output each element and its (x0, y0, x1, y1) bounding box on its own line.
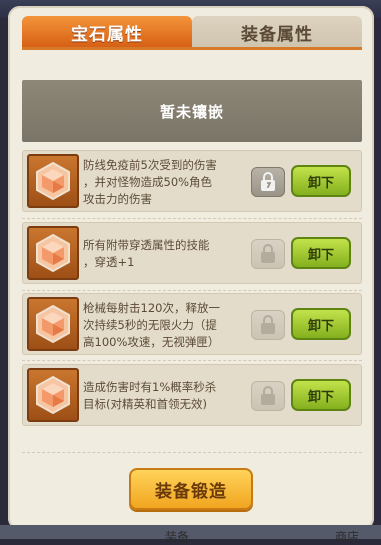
desc-line: 次持续5秒的无限火力（提 (83, 317, 217, 332)
gem-description: 造成伤害时有1%概率秒杀 目标(对精英和首领无效) (83, 368, 265, 424)
desc-line: 攻击力的伤害 (83, 191, 152, 206)
unload-button[interactable]: 卸下 (291, 379, 351, 411)
desc-line: 目标(对精英和首领无效) (83, 397, 207, 411)
unload-button[interactable]: 卸下 (291, 165, 351, 197)
tab-equipment-attributes[interactable]: 装备属性 (192, 16, 362, 48)
gem-description: 防线免疫前5次受到的伤害 ，并对怪物造成50%角色 攻击力的伤害 (83, 154, 265, 210)
desc-line: 防线免疫前5次受到的伤害 (83, 157, 217, 172)
lock-icon[interactable] (251, 239, 285, 269)
divider (22, 218, 362, 219)
tab-underline (22, 47, 362, 50)
forge-equipment-button[interactable]: 装备锻造 (129, 468, 253, 510)
status-header: 暂未镶嵌 (22, 80, 362, 142)
gem-description: 枪械每射击120次，释放一 次持续5秒的无限火力（提 高100%攻速，无视弹匣） (83, 297, 265, 353)
divider (22, 452, 362, 453)
bottom-strip (0, 525, 381, 539)
desc-line: 枪械每射击120次，释放一 (83, 300, 220, 315)
gem-row: 所有附带穿透属性的技能 ，穿透+1 卸下 (22, 222, 362, 284)
hexagon-gem-icon (27, 226, 79, 280)
gem-row: 造成伤害时有1%概率秒杀 目标(对精英和首领无效) 卸下 (22, 364, 362, 426)
hexagon-gem-icon (27, 154, 79, 208)
tab-gem-attributes[interactable]: 宝石属性 (22, 16, 192, 48)
divider (22, 360, 362, 361)
divider (22, 290, 362, 291)
desc-line: ，穿透+1 (83, 255, 135, 269)
hexagon-gem-icon (27, 297, 79, 351)
gem-row: 防线免疫前5次受到的伤害 ，并对怪物造成50%角色 攻击力的伤害 卸下 (22, 150, 362, 212)
gem-row: 枪械每射击120次，释放一 次持续5秒的无限火力（提 高100%攻速，无视弹匣）… (22, 293, 362, 355)
lock-icon[interactable] (251, 381, 285, 411)
desc-line: 造成伤害时有1%概率秒杀 (83, 380, 217, 394)
gem-description: 所有附带穿透属性的技能 ，穿透+1 (83, 226, 265, 282)
footer-tab-equipment[interactable]: 装备 (165, 528, 189, 545)
desc-line: 高100%攻速，无视弹匣） (83, 334, 220, 349)
lock-icon[interactable] (251, 167, 285, 197)
tab-bar: 宝石属性 装备属性 (22, 16, 362, 48)
lock-icon[interactable] (251, 310, 285, 340)
footer-tab-shop[interactable]: 商店 (335, 528, 359, 545)
unload-button[interactable]: 卸下 (291, 237, 351, 269)
desc-line: 所有附带穿透属性的技能 (83, 238, 210, 252)
unload-button[interactable]: 卸下 (291, 308, 351, 340)
desc-line: ，并对怪物造成50%角色 (83, 174, 213, 189)
hexagon-gem-icon (27, 368, 79, 422)
